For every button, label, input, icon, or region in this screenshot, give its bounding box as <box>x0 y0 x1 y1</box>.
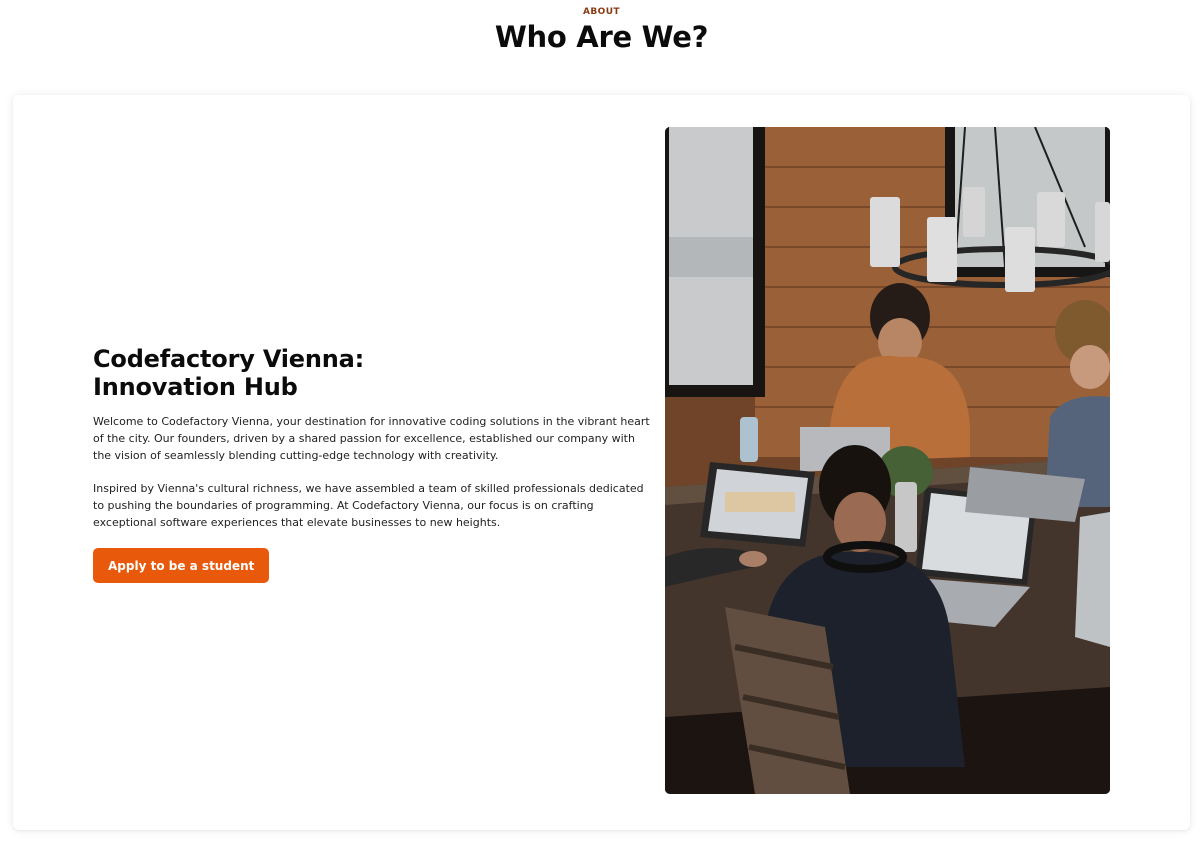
page-title: Who Are We? <box>494 20 709 54</box>
apply-button[interactable]: Apply to be a student <box>93 548 270 583</box>
about-paragraph-2: Inspired by Vienna's cultural richness, … <box>93 482 644 529</box>
about-headline-line2: Innovation Hub <box>93 373 298 401</box>
about-card: Codefactory Vienna: Innovation Hub Welco… <box>13 95 1190 830</box>
about-content: Codefactory Vienna: Innovation Hub Welco… <box>93 345 653 583</box>
about-headline-line1: Codefactory Vienna: <box>93 345 365 373</box>
about-paragraph-1: Welcome to Codefactory Vienna, your dest… <box>93 415 650 462</box>
section-eyebrow: ABOUT <box>583 7 620 17</box>
about-headline: Codefactory Vienna: Innovation Hub <box>93 345 653 401</box>
team-photo-image <box>665 127 1110 794</box>
